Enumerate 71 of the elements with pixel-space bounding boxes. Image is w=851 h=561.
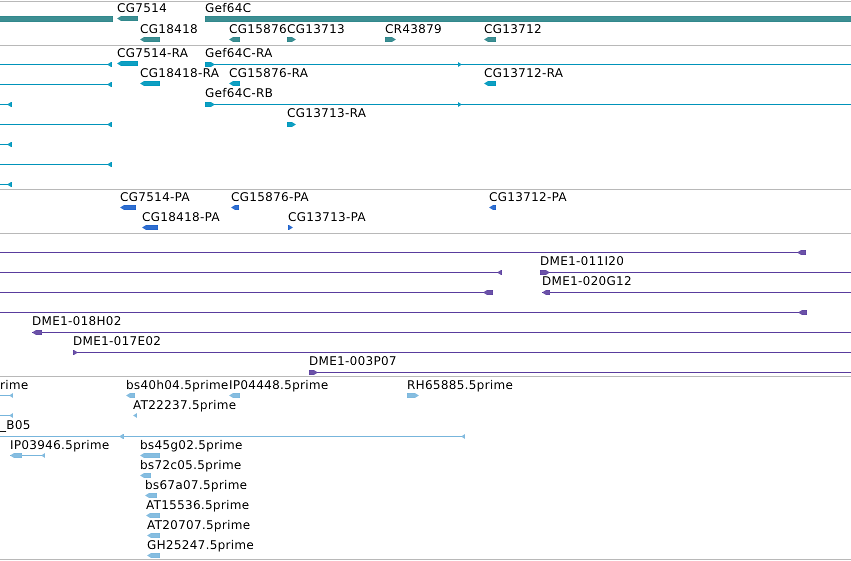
feature-label: DME1-003P07 (309, 355, 397, 367)
feature-glyph[interactable] (0, 122, 112, 127)
feature-glyph[interactable] (484, 81, 496, 86)
feature-glyph[interactable] (142, 225, 158, 230)
feature-glyph[interactable] (231, 205, 239, 210)
feature-glyph[interactable] (287, 122, 296, 127)
feature-label: Gef64C-RA (205, 47, 273, 59)
feature-glyph[interactable] (117, 61, 138, 66)
feature-label: DME1-018H02 (32, 315, 122, 327)
feature-glyph[interactable] (73, 350, 851, 355)
feature-label: DME1-017E02 (73, 335, 162, 347)
feature-label: bs72c05.5prime (140, 459, 242, 471)
feature-label: CG7514-PA (120, 191, 190, 203)
feature-glyph[interactable] (0, 142, 12, 147)
feature-label: CG18418-RA (140, 67, 220, 79)
feature-glyph[interactable] (205, 102, 851, 107)
feature-glyph[interactable] (542, 290, 851, 295)
feature-label: CG13712-PA (489, 191, 567, 203)
feature-glyph[interactable] (540, 270, 851, 275)
feature-label: CG15876 (229, 23, 287, 35)
feature-glyph[interactable] (0, 290, 493, 295)
feature-label: AT22237.5prime (133, 399, 236, 411)
feature-glyph[interactable] (0, 162, 112, 167)
feature-glyph[interactable] (0, 102, 12, 107)
feature-label: IP04448.5prime (229, 379, 329, 391)
feature-label: CG13712 (484, 23, 542, 35)
feature-label: CG13713-RA (287, 107, 366, 119)
feature-label: DME1-020G12 (542, 275, 632, 287)
feature-label: bs40h04.5prime (126, 379, 229, 391)
feature-glyph[interactable] (32, 330, 851, 335)
feature-label: CG15876-RA (229, 67, 308, 79)
feature-label: bs45g02.5prime (140, 439, 243, 451)
feature-label: CG18418 (140, 23, 198, 35)
feature-glyph[interactable] (229, 37, 240, 42)
feature-label: CG13713-PA (288, 211, 366, 223)
feature-label: AT20707.5prime (147, 519, 250, 531)
feature-glyph[interactable] (205, 62, 851, 67)
feature-label: CG18418-PA (142, 211, 220, 223)
feature-glyph[interactable] (140, 37, 160, 42)
feature-label: bs67a07.5prime (145, 479, 248, 491)
feature-label: RH65885.5prime (407, 379, 514, 391)
feature-glyph[interactable] (0, 182, 12, 187)
feature-label: AT15536.5prime (146, 499, 250, 511)
feature-label: rime (0, 379, 29, 391)
feature-glyph[interactable] (140, 81, 160, 86)
feature-glyph[interactable] (0, 62, 112, 67)
feature-glyph[interactable] (489, 205, 496, 210)
feature-label: CG7514 (117, 2, 168, 14)
feature-label: CG7514-RA (117, 47, 188, 59)
feature-label: CG13712-RA (484, 67, 564, 79)
feature-glyph[interactable] (484, 37, 496, 42)
feature-label: _B05 (0, 419, 31, 431)
feature-label: IP03946.5prime (10, 439, 110, 451)
feature-glyph[interactable] (229, 81, 240, 86)
feature-glyph[interactable] (0, 310, 807, 315)
feature-glyph[interactable] (0, 250, 806, 255)
feature-label: DME1-011I20 (540, 255, 624, 267)
feature-label: GH25247.5prime (147, 539, 254, 551)
feature-glyph[interactable] (0, 82, 112, 87)
feature-label: CR43879 (385, 23, 442, 35)
feature-label: Gef64C-RB (205, 87, 274, 99)
feature-glyph[interactable] (309, 370, 851, 375)
feature-glyph[interactable] (117, 16, 138, 21)
feature-label: Gef64C (205, 2, 252, 14)
feature-glyph[interactable] (120, 205, 136, 210)
feature-glyph[interactable] (385, 37, 396, 42)
feature-glyph[interactable] (0, 270, 502, 275)
feature-glyph[interactable] (287, 37, 296, 42)
feature-label: CG13713 (287, 23, 345, 35)
feature-glyph[interactable] (288, 225, 293, 230)
feature-label: CG15876-PA (231, 191, 309, 203)
